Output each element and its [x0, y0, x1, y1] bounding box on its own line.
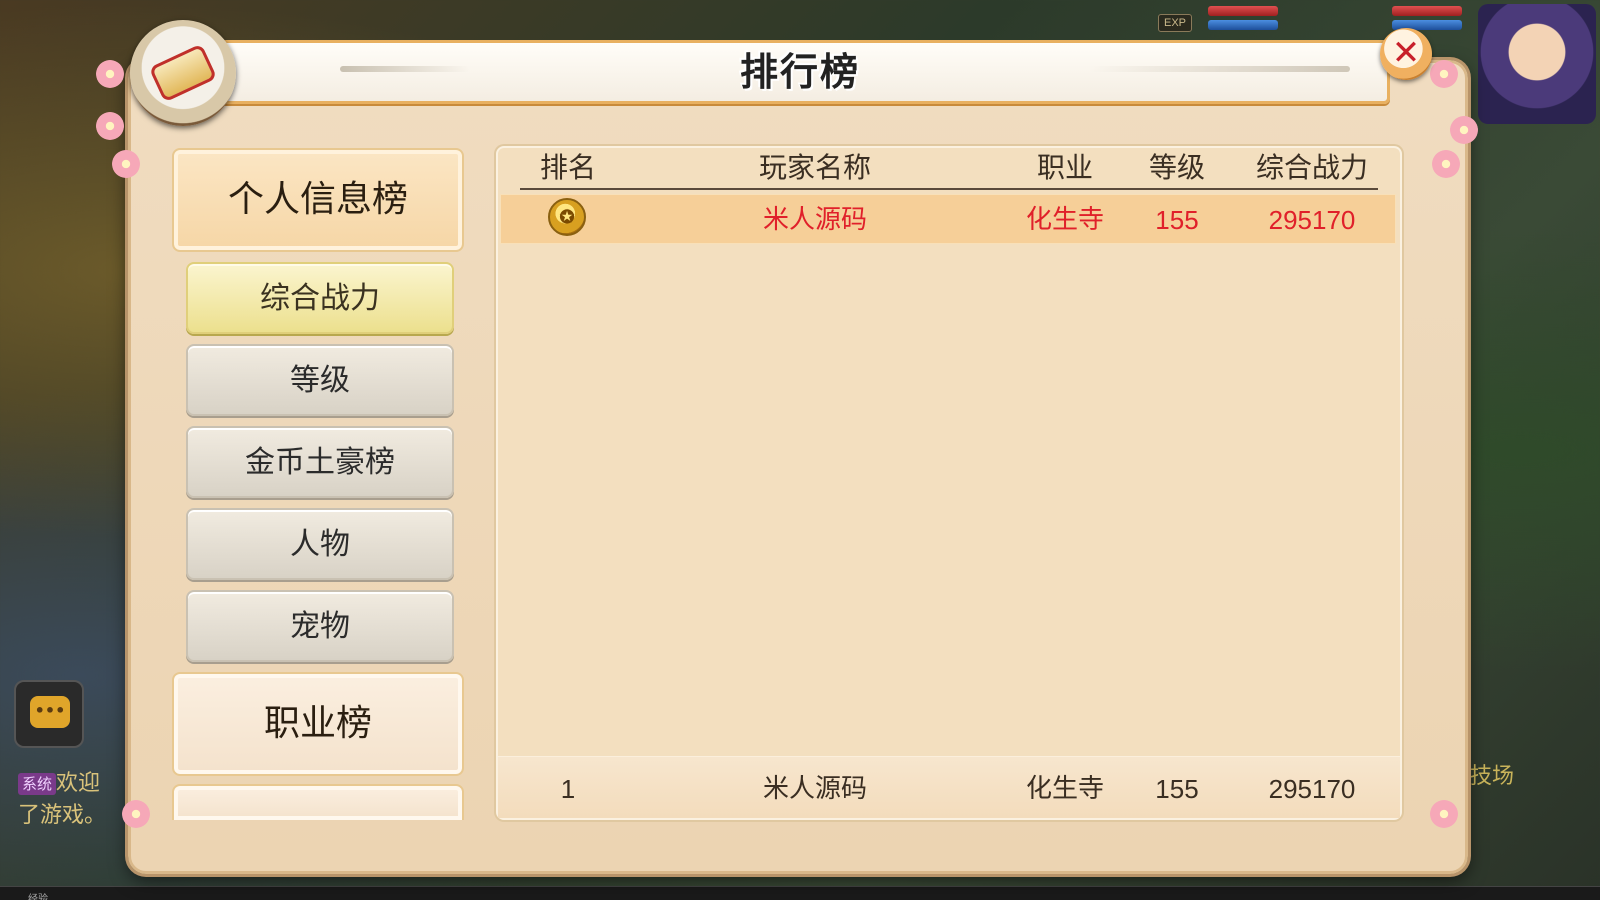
col-header-combat-power: 综合战力	[1255, 151, 1368, 184]
row-level: 155	[1155, 205, 1199, 235]
flower-decoration-icon	[96, 60, 124, 88]
header-divider	[520, 188, 1378, 190]
flower-decoration-icon	[1450, 116, 1478, 144]
title-swirl-decoration	[1090, 66, 1350, 72]
gold-medal-icon: ✪	[548, 198, 586, 236]
col-header-class: 职业	[1036, 151, 1093, 184]
row-player-name: 米人源码	[762, 205, 867, 235]
my-level: 155	[1155, 774, 1199, 804]
exp-label: EXP	[1158, 14, 1192, 32]
row-combat-power: 295170	[1268, 205, 1356, 235]
chat-preview[interactable]: 系统 欢迎 了游戏。	[18, 768, 138, 838]
flower-decoration-icon	[96, 112, 124, 140]
player-hp-mp-bars	[1208, 6, 1278, 38]
nav-section-partial[interactable]	[172, 784, 464, 820]
player-avatar[interactable]	[1478, 4, 1596, 124]
col-header-rank: 排名	[539, 151, 596, 184]
chat-bubble-icon[interactable]	[14, 680, 84, 748]
col-header-level: 等级	[1148, 151, 1205, 184]
flower-decoration-icon	[1430, 60, 1458, 88]
my-class: 化生寺	[1025, 774, 1104, 804]
nav-section-class[interactable]: 职业榜	[172, 672, 464, 776]
nav-item-pet[interactable]: 宠物	[186, 590, 454, 662]
chat-line-1: 欢迎	[56, 771, 101, 796]
nav-item-gold-rich[interactable]: 金币土豪榜	[186, 426, 454, 498]
scroll-icon	[130, 20, 236, 126]
ranking-table	[496, 146, 1402, 820]
flower-decoration-icon	[1430, 800, 1458, 828]
nav-item-combat-power[interactable]: 综合战力	[186, 262, 454, 334]
title-swirl-decoration	[340, 66, 470, 72]
my-combat-power: 295170	[1268, 774, 1356, 804]
window-title: 排行榜	[739, 50, 860, 94]
exp-bar: 经验	[0, 886, 1600, 900]
row-class: 化生寺	[1025, 205, 1104, 235]
nav-item-level[interactable]: 等级	[186, 344, 454, 416]
flower-decoration-icon	[122, 800, 150, 828]
exp-bar-label: 经验	[28, 894, 48, 900]
flower-decoration-icon	[112, 150, 140, 178]
col-header-player-name: 玩家名称	[758, 151, 871, 184]
nav-section-personal[interactable]: 个人信息榜	[172, 148, 464, 252]
system-tag: 系统	[18, 773, 57, 795]
flower-decoration-icon	[1432, 150, 1460, 178]
arena-label: 技场	[1470, 764, 1515, 789]
my-player-name: 米人源码	[762, 774, 867, 804]
chat-line-2: 了游戏。	[18, 803, 107, 828]
my-rank: 1	[560, 774, 576, 804]
close-icon[interactable]: ✕	[1380, 28, 1432, 80]
nav-item-character[interactable]: 人物	[186, 508, 454, 580]
